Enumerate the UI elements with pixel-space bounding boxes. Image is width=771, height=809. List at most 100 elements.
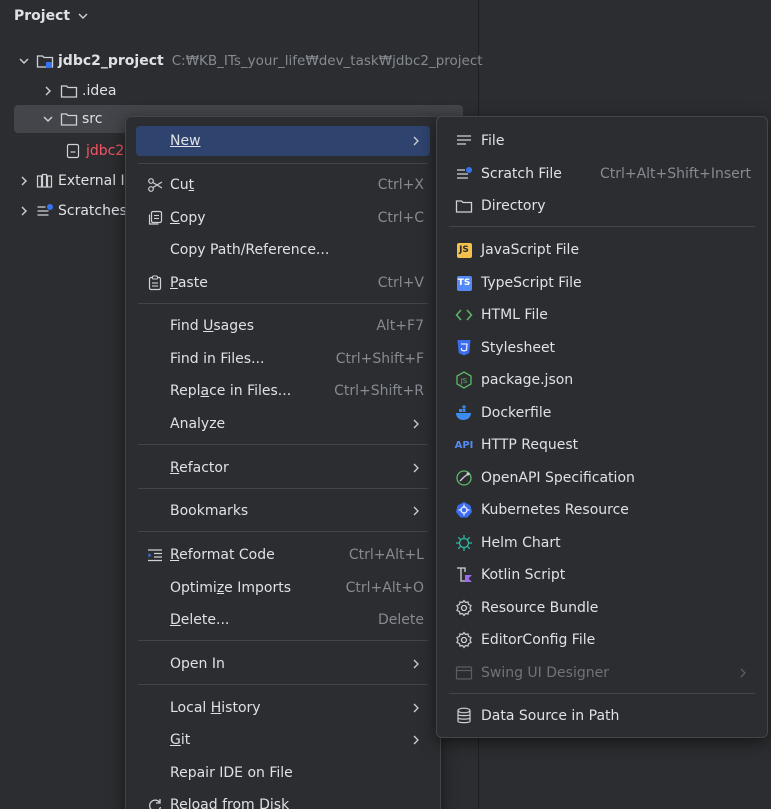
menu-label: TypeScript File (481, 275, 582, 291)
menu-item-open-in[interactable]: Open In (136, 649, 430, 679)
new-stylesheet[interactable]: Stylesheet (447, 333, 757, 363)
menu-item-find-in-files[interactable]: Find in Files... Ctrl+Shift+F (136, 344, 430, 374)
database-icon (455, 707, 473, 725)
label-part: eformat Code (179, 547, 275, 563)
tree-item-idea[interactable]: .idea (40, 77, 116, 105)
tree-item-file[interactable]: jdbc2 (64, 137, 124, 165)
menu-item-replace-in-files[interactable]: Replace in Files... Ctrl+Shift+R (136, 376, 430, 406)
menu-item-copy-path[interactable]: Copy Path/Reference... (136, 235, 430, 265)
submenu-arrow-icon (412, 418, 422, 430)
folder-name: .idea (82, 83, 117, 99)
panel-title: Project (14, 8, 71, 24)
tree-label: External I (58, 173, 125, 189)
new-package-json[interactable]: JS package.json (447, 365, 757, 395)
label-part: opy (179, 210, 206, 226)
folder-icon (60, 82, 78, 100)
menu-separator (449, 693, 755, 694)
project-name: jdbc2_project (58, 53, 164, 69)
reload-icon (146, 796, 164, 809)
new-data-source-in-path[interactable]: Data Source in Path (447, 701, 757, 731)
collapsed-arrow-icon[interactable] (40, 83, 56, 99)
label-part: Optimi (170, 580, 217, 596)
new-submenu: File Scratch File Ctrl+Alt+Shift+Insert … (436, 116, 768, 738)
menu-item-copy[interactable]: Copy Ctrl+C (136, 203, 430, 233)
openapi-icon (455, 469, 473, 487)
css-icon (455, 339, 473, 357)
submenu-arrow-icon (412, 658, 422, 670)
menu-item-refactor[interactable]: Refactor (136, 453, 430, 483)
mnemonic: P (170, 275, 178, 291)
menu-item-paste[interactable]: Paste Ctrl+V (136, 268, 430, 298)
menu-label: Bookmarks (170, 503, 249, 519)
collapsed-arrow-icon[interactable] (16, 173, 32, 189)
menu-item-analyze[interactable]: Analyze (136, 409, 430, 439)
submenu-arrow-icon (412, 702, 422, 714)
new-helm-chart[interactable]: Helm Chart (447, 528, 757, 558)
chevron-down-icon[interactable] (76, 9, 90, 23)
js-badge: JS (456, 242, 472, 258)
new-http-request[interactable]: API HTTP Request (447, 430, 757, 460)
submenu-arrow-icon (412, 462, 422, 474)
menu-label: Find in Files... (170, 351, 265, 367)
menu-item-new[interactable]: New (136, 126, 430, 156)
api-badge: API (454, 439, 474, 451)
folder-icon (60, 110, 78, 128)
menu-item-repair-ide[interactable]: Repair IDE on File (136, 758, 430, 788)
menu-item-bookmarks[interactable]: Bookmarks (136, 496, 430, 526)
expanded-arrow-icon[interactable] (40, 111, 56, 127)
menu-label: Data Source in Path (481, 708, 620, 724)
menu-separator (138, 531, 428, 532)
menu-separator (138, 303, 428, 304)
new-file[interactable]: File (447, 126, 757, 156)
new-html-file[interactable]: HTML File (447, 300, 757, 330)
folder-name: src (82, 111, 103, 127)
mnemonic: a (200, 383, 210, 399)
kotlin-script-icon (455, 566, 473, 584)
tree-item-root[interactable]: jdbc2_project C:₩KB_ITs_your_life₩dev_ta… (16, 47, 483, 75)
label-part: Find (170, 318, 204, 334)
label-part: Cu (170, 177, 189, 193)
new-kotlin-script[interactable]: Kotlin Script (447, 560, 757, 590)
gear-icon (455, 599, 473, 617)
menu-item-optimize-imports[interactable]: Optimize Imports Ctrl+Alt+O (136, 573, 430, 603)
menu-item-cut[interactable]: Cut Ctrl+X (136, 170, 430, 200)
library-icon (36, 172, 54, 190)
javascript-icon: JS (455, 241, 473, 259)
new-dockerfile[interactable]: Dockerfile (447, 398, 757, 428)
new-kubernetes-resource[interactable]: Kubernetes Resource (447, 495, 757, 525)
menu-item-reformat-code[interactable]: Reformat Code Ctrl+Alt+L (136, 540, 430, 570)
new-directory[interactable]: Directory (447, 191, 757, 221)
collapsed-arrow-icon[interactable] (16, 203, 32, 219)
label-part: istory (221, 700, 261, 716)
new-scratch-file[interactable]: Scratch File Ctrl+Alt+Shift+Insert (447, 159, 757, 189)
menu-label: Reload from Disk (170, 797, 290, 809)
submenu-arrow-icon (412, 734, 422, 746)
new-javascript-file[interactable]: JS JavaScript File (447, 235, 757, 265)
menu-label: Scratch File (481, 166, 562, 182)
submenu-arrow-icon (412, 135, 422, 147)
reformat-icon (146, 546, 164, 564)
file-lines-icon (455, 132, 473, 150)
submenu-arrow-icon (739, 667, 749, 679)
typescript-icon: TS (455, 274, 473, 292)
new-typescript-file[interactable]: TS TypeScript File (447, 268, 757, 298)
new-editorconfig-file[interactable]: EditorConfig File (447, 625, 757, 655)
mnemonic: R (170, 547, 180, 563)
expanded-arrow-icon[interactable] (16, 53, 32, 69)
menu-item-reload-from-disk[interactable]: Reload from Disk (136, 790, 430, 809)
menu-item-local-history[interactable]: Local History (136, 693, 430, 723)
mnemonic: t (188, 177, 195, 193)
project-panel-header[interactable]: Project (14, 6, 90, 26)
new-resource-bundle[interactable]: Resource Bundle (447, 593, 757, 623)
menu-item-delete[interactable]: Delete... Delete (136, 605, 430, 635)
menu-item-find-usages[interactable]: Find Usages Alt+F7 (136, 311, 430, 341)
shortcut: Ctrl+Shift+R (334, 383, 424, 399)
menu-separator (449, 226, 755, 227)
menu-item-git[interactable]: Git (136, 725, 430, 755)
tree-item-scratches[interactable]: Scratches (16, 197, 127, 225)
mnemonic: D (170, 612, 181, 628)
menu-label: Directory (481, 198, 546, 214)
new-openapi-spec[interactable]: OpenAPI Specification (447, 463, 757, 493)
tree-item-external-libraries[interactable]: External I (16, 167, 125, 195)
html-icon (455, 306, 473, 324)
